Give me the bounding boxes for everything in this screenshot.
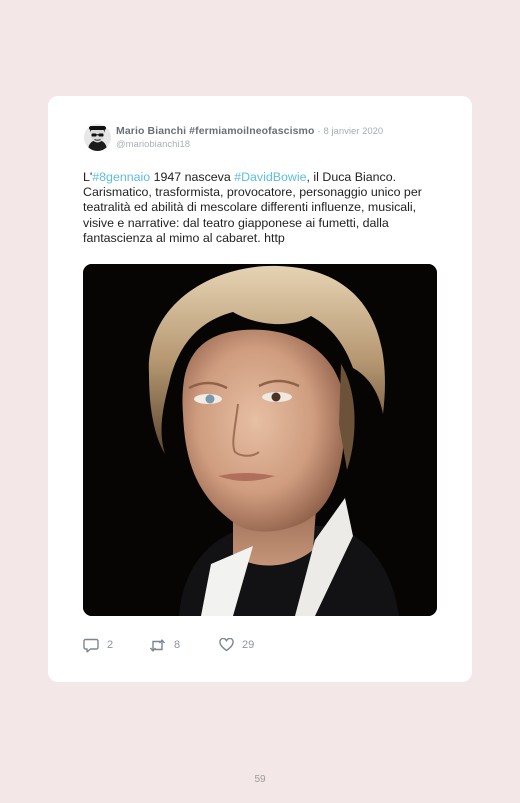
retweet-button[interactable]: 8 <box>149 637 180 653</box>
tweet-actions: 2 8 29 <box>83 637 443 653</box>
heart-icon <box>219 638 234 652</box>
tweet-photo[interactable] <box>83 264 437 616</box>
avatar[interactable] <box>84 124 111 151</box>
reply-button[interactable]: 2 <box>83 637 113 653</box>
tweet-text-segment: L' <box>83 170 93 184</box>
retweet-count: 8 <box>174 639 181 651</box>
tweet-text: L'#8gennaio 1947 nasceva #DavidBowie, il… <box>83 170 443 246</box>
tweet-text-segment: 1947 nasceva <box>150 170 235 184</box>
tweet-date[interactable]: 8 janvier 2020 <box>324 126 384 137</box>
hashtag-davidbowie[interactable]: #DavidBowie <box>234 170 306 184</box>
separator: · <box>317 126 321 137</box>
like-button[interactable]: 29 <box>219 637 254 653</box>
portrait-photo <box>83 264 437 616</box>
like-count: 29 <box>242 639 255 651</box>
page-number: 59 <box>254 774 266 785</box>
reply-count: 2 <box>107 639 114 651</box>
reply-icon <box>83 638 99 652</box>
tweet-header: Mario Bianchi #fermiamoilneofascismo · 8… <box>116 125 456 151</box>
tweet-card: Mario Bianchi #fermiamoilneofascismo · 8… <box>48 96 472 682</box>
author-handle[interactable]: @mariobianchi18 <box>116 138 456 151</box>
retweet-icon <box>149 638 166 652</box>
author-name[interactable]: Mario Bianchi #fermiamoilneofascismo <box>116 125 315 137</box>
hashtag-8gennaio[interactable]: #8gennaio <box>92 170 150 184</box>
